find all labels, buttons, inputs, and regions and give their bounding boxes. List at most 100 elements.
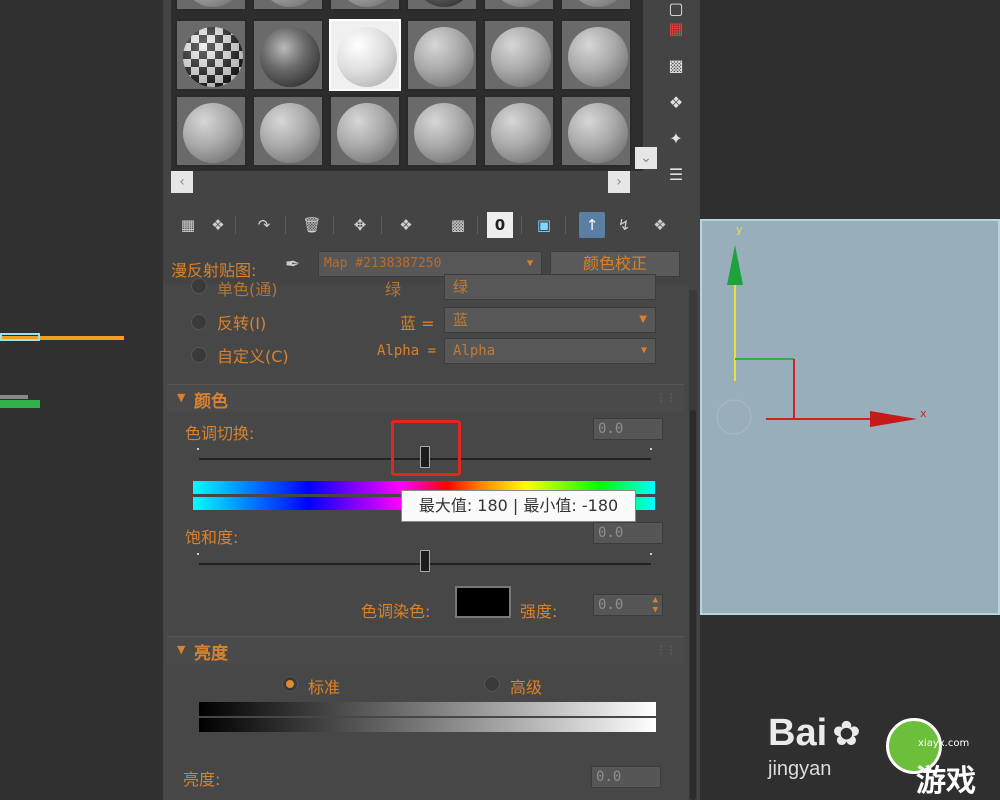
reset-map-icon[interactable]: 🗑 [299, 212, 325, 238]
scrollbar-thumb[interactable] [690, 410, 696, 800]
range-tooltip: 最大值: 180 | 最小值: -180 [401, 490, 636, 522]
slider-tick [197, 553, 199, 555]
material-slot[interactable] [406, 95, 478, 167]
material-effects-channel-icon[interactable]: ▩ [445, 212, 471, 238]
tint-color-swatch[interactable] [455, 586, 511, 618]
green-gizmo-line [0, 400, 40, 408]
material-slot[interactable] [406, 19, 478, 91]
right-viewport-area: y x [700, 0, 1000, 800]
map-name-value: Map #2138387250 [324, 256, 442, 271]
material-slot[interactable] [329, 95, 401, 167]
make-unique-icon[interactable]: ✥ [347, 212, 373, 238]
toolbar-separator [565, 216, 566, 234]
material-slot[interactable] [252, 95, 324, 167]
baidu-logo-text: Bai [768, 712, 828, 754]
invert-label: 反转(I) [217, 314, 267, 333]
toolbar-separator [333, 216, 334, 234]
invert-radio[interactable] [191, 314, 207, 330]
saturation-label: 饱和度: [185, 528, 239, 547]
y-axis-arrow [727, 245, 743, 285]
advanced-label: 高级 [510, 678, 543, 697]
left-viewport[interactable] [0, 0, 163, 800]
assign-to-selection-icon[interactable]: ↷ [251, 212, 277, 238]
standard-radio[interactable] [282, 676, 298, 692]
x-axis-arrow [870, 411, 917, 427]
material-slot[interactable] [252, 19, 324, 91]
brightness-spinner[interactable]: 0.0 [591, 766, 661, 788]
transform-gizmo[interactable] [702, 221, 998, 613]
saturation-slider-thumb[interactable] [420, 550, 430, 572]
alpha-channel-dropdown[interactable]: Alpha ▼ [444, 338, 656, 364]
material-slot[interactable] [175, 95, 247, 167]
eyedropper-icon[interactable]: ✒ [285, 254, 300, 275]
show-shaded-material-icon[interactable]: ▣ [531, 212, 557, 238]
jingyan-watermark: jingyan [768, 758, 832, 780]
uv-tiling-icon[interactable]: ▩ [663, 53, 689, 79]
toolbar-separator [477, 216, 478, 234]
color-rollout-header[interactable]: ▼ 颜色 ⋮⋮ [167, 384, 684, 412]
green-channel-value: 绿 [453, 278, 469, 296]
material-slot[interactable] [329, 0, 401, 11]
saturation-spinner[interactable]: 0.0 [593, 522, 663, 544]
put-to-library-icon[interactable]: ❖ [393, 212, 419, 238]
grip-icon: ⋮⋮ [656, 393, 676, 404]
material-slot[interactable] [560, 0, 632, 11]
hue-shift-spinner[interactable]: 0.0 [593, 418, 663, 440]
tint-label: 色调染色: [361, 602, 431, 621]
options-icon[interactable]: ☰ [663, 162, 689, 188]
strength-label: 强度: [520, 602, 558, 621]
gray-gizmo-line [0, 395, 28, 399]
material-slot[interactable] [560, 95, 632, 167]
brightness-label: 亮度: [183, 770, 221, 789]
custom-radio[interactable] [191, 347, 207, 363]
scroll-down-button[interactable]: ⌄ [635, 147, 657, 169]
strength-spinner[interactable]: 0.0 ▲ ▼ [593, 594, 663, 616]
material-slot[interactable] [483, 19, 555, 91]
material-slot-selected[interactable] [329, 19, 401, 91]
background-icon[interactable]: ▦ [663, 16, 689, 42]
video-color-check-icon[interactable]: ❖ [663, 90, 689, 116]
material-slot[interactable] [406, 0, 478, 11]
channel-zero-icon[interactable]: 0 [487, 212, 513, 238]
go-forward-sibling-icon[interactable]: ❖ [647, 212, 673, 238]
material-slot[interactable] [175, 0, 247, 11]
y-axis-label: y [736, 223, 743, 236]
scroll-left-button[interactable]: ‹ [171, 171, 193, 193]
lightness-rollout-title: 亮度 [194, 644, 228, 664]
viewport-pane[interactable]: y x [700, 219, 1000, 615]
go-to-parent-icon[interactable]: ↯ [611, 212, 637, 238]
spinner-arrows-icon[interactable]: ▲ ▼ [653, 595, 658, 615]
material-slot[interactable] [560, 19, 632, 91]
grip-icon: ⋮⋮ [656, 645, 676, 656]
material-slot[interactable] [483, 0, 555, 11]
show-end-result-icon[interactable]: ↑ [579, 212, 605, 238]
material-slot[interactable] [483, 95, 555, 167]
single-color-label: 单色(通) [217, 280, 278, 299]
put-to-scene-icon[interactable]: ❖ [205, 212, 231, 238]
alpha-channel-value: Alpha [453, 343, 496, 359]
material-slot[interactable] [175, 19, 247, 91]
chevron-down-icon: ▼ [526, 258, 533, 269]
advanced-radio[interactable] [484, 676, 500, 692]
get-material-icon[interactable]: ▦ [175, 212, 201, 238]
slider-tick [650, 448, 652, 450]
collapse-triangle-icon: ▼ [177, 391, 186, 404]
game-site-url: xiayx.com [918, 738, 970, 749]
rollout-scrollbar[interactable] [689, 290, 697, 800]
material-slot[interactable] [252, 0, 324, 11]
blue-channel-label: 蓝 = [400, 314, 435, 333]
make-preview-icon[interactable]: ✦ [663, 126, 689, 152]
color-rollout-title: 颜色 [194, 392, 228, 412]
x-axis-label: x [920, 407, 927, 420]
scroll-right-button[interactable]: › [608, 171, 630, 193]
green-channel-dropdown[interactable]: 绿 [444, 274, 656, 300]
chevron-down-icon: ▼ [640, 345, 647, 356]
lightness-rollout-header[interactable]: ▼ 亮度 ⋮⋮ [167, 636, 684, 664]
single-color-radio[interactable] [191, 278, 207, 294]
sample-slot-grid[interactable] [171, 0, 643, 171]
blue-channel-value: 蓝 [453, 311, 469, 329]
blue-channel-dropdown[interactable]: 蓝 ▼ [444, 307, 656, 333]
annotation-highlight-box [391, 420, 461, 476]
game-site-logo: xiayx.com 游戏 [840, 704, 990, 800]
strength-value: 0.0 [598, 597, 624, 613]
